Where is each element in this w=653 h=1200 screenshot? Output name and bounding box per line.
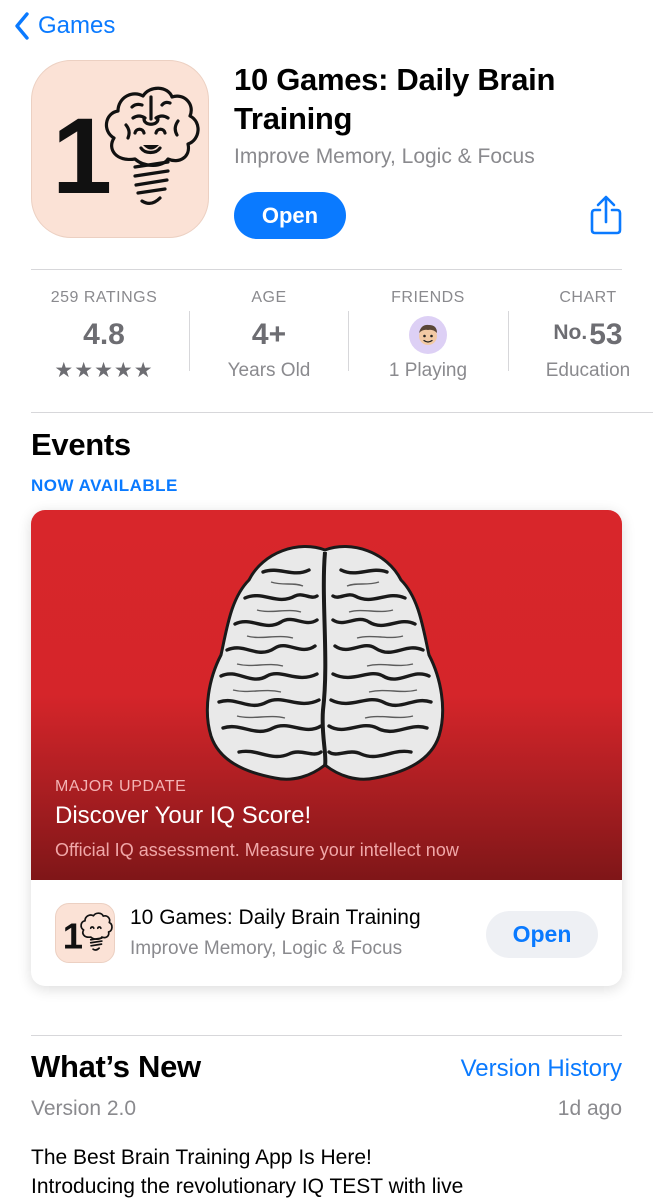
release-notes-line: Introducing the revolutionary IQ TEST wi… [31, 1175, 464, 1198]
release-age: 1d ago [557, 1097, 622, 1120]
release-notes-line: The Best Brain Training App Is Here! [31, 1146, 372, 1169]
event-image: MAJOR UPDATE Discover Your IQ Score! Off… [31, 510, 622, 880]
age-stat: AGE 4+ Years Old [189, 289, 349, 382]
app-icon-number: 1 [52, 95, 112, 216]
ratings-stat[interactable]: 259 RATINGS 4.8 ★★★★★ [24, 289, 184, 383]
friends-stat[interactable]: FRIENDS 1 Playing [348, 289, 508, 382]
chart-prefix: No. [553, 321, 588, 344]
age-label: AGE [251, 289, 287, 306]
app-icon: 1 [31, 60, 209, 238]
friends-sub: 1 Playing [388, 360, 468, 381]
event-headline: Discover Your IQ Score! [55, 802, 312, 829]
friend-avatar-icon [409, 316, 447, 354]
share-icon [590, 195, 622, 235]
share-button[interactable] [586, 195, 626, 237]
back-button[interactable]: Games [14, 8, 115, 44]
event-kind: MAJOR UPDATE [55, 778, 187, 795]
event-app-subtitle: Improve Memory, Logic & Focus [130, 938, 403, 959]
divider [31, 269, 622, 270]
brain-illustration [205, 545, 445, 781]
event-description: Official IQ assessment. Measure your int… [55, 840, 459, 860]
release-notes[interactable]: The Best Brain Training App Is Here! Int… [31, 1143, 621, 1200]
event-app-name: 10 Games: Daily Brain Training [130, 906, 421, 929]
rating-stars: ★★★★★ [54, 359, 154, 382]
divider [31, 412, 653, 413]
open-button[interactable]: Open [234, 192, 346, 239]
app-subtitle: Improve Memory, Logic & Focus [234, 145, 535, 168]
app-title: 10 Games: Daily Brain Training [234, 62, 556, 136]
svg-text:1: 1 [63, 915, 83, 956]
back-label: Games [38, 12, 116, 39]
event-app-icon: 1 [55, 903, 115, 963]
rating-value: 4.8 [83, 318, 125, 351]
version-number: Version 2.0 [31, 1097, 137, 1120]
chart-value: 53 [589, 318, 623, 351]
whats-new-title: What’s New [31, 1049, 201, 1084]
friends-label: FRIENDS [391, 289, 465, 306]
events-status: NOW AVAILABLE [31, 476, 178, 495]
age-sub: Years Old [227, 360, 311, 381]
divider [31, 1035, 622, 1036]
chart-sub: Education [545, 360, 631, 381]
event-open-button[interactable]: Open [486, 911, 598, 958]
friends-avatar-row [348, 316, 508, 354]
version-history-link[interactable]: Version History [461, 1055, 622, 1083]
chart-label: CHART [559, 289, 617, 306]
events-title: Events [31, 427, 131, 462]
chevron-left-icon [15, 12, 29, 40]
age-value: 4+ [251, 318, 287, 351]
chart-rank: No. 53 [508, 317, 653, 353]
chart-stat[interactable]: CHART No. 53 Education [508, 289, 653, 382]
ratings-label: 259 RATINGS [50, 289, 158, 306]
